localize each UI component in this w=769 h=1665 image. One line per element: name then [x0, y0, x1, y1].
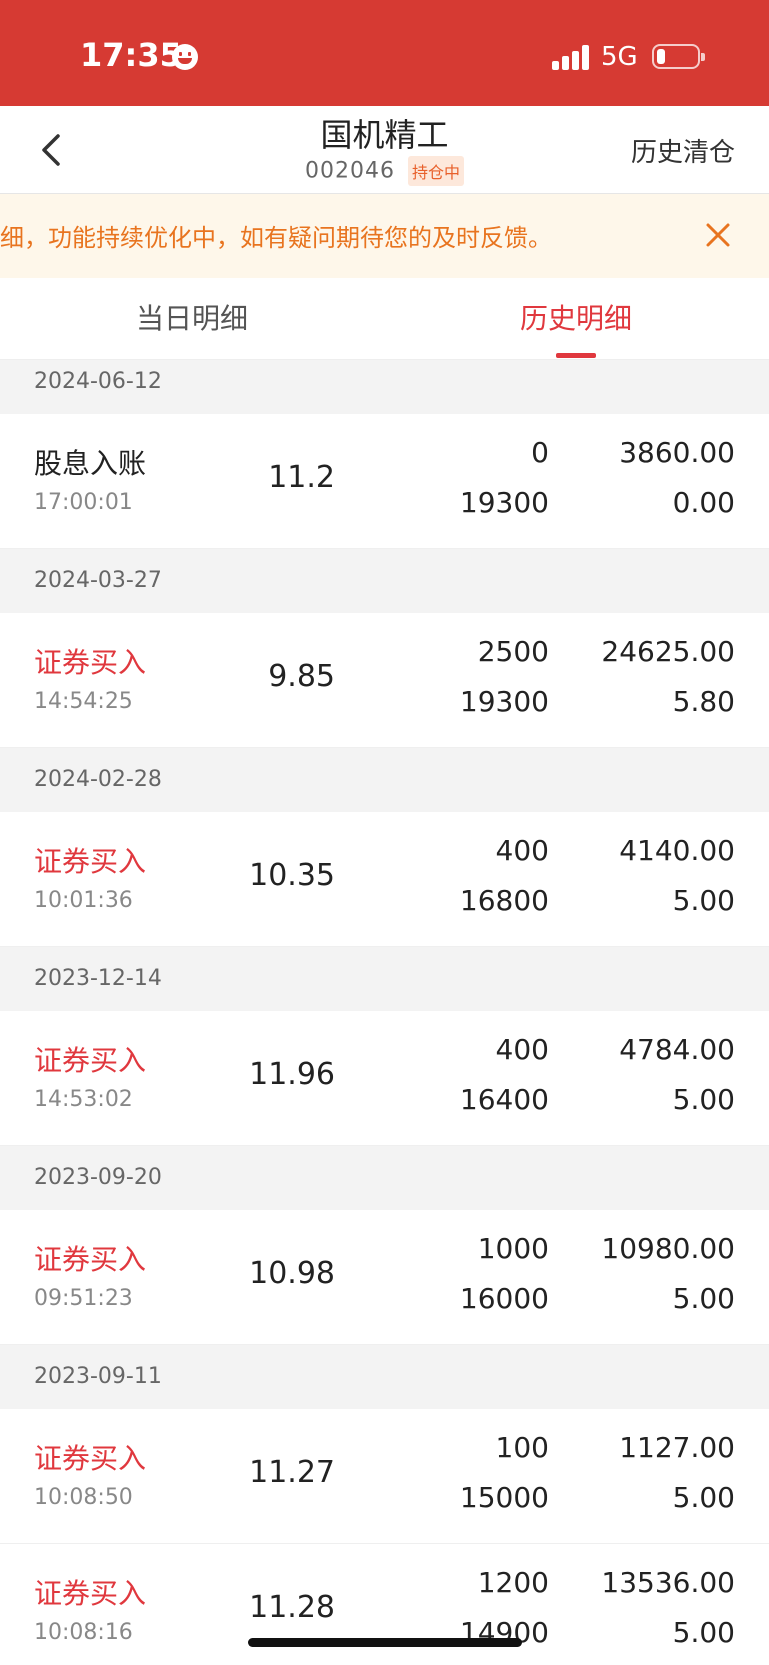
smiley-icon	[172, 44, 198, 70]
transaction-quantity: 1000	[477, 1232, 549, 1265]
nav-bar: 国机精工 002046 持仓中 历史清仓	[0, 106, 769, 194]
transaction-price: 11.2	[268, 460, 335, 495]
transaction-amount: 10980.00	[601, 1232, 735, 1265]
transaction-time: 10:08:50	[34, 1485, 133, 1510]
date-header: 2024-02-28	[0, 748, 769, 812]
position-balance: 16800	[459, 884, 549, 917]
active-tab-indicator	[556, 353, 596, 358]
transaction-time: 17:00:01	[34, 490, 133, 515]
transaction-row[interactable]: 证券买入 10:01:36 10.35 400 16800 4140.00 5.…	[0, 812, 769, 947]
position-balance: 19300	[459, 685, 549, 718]
transaction-quantity: 2500	[477, 635, 549, 668]
transaction-time: 14:54:25	[34, 689, 133, 714]
transaction-price: 10.35	[249, 858, 335, 893]
tab-bar: 当日明细 历史明细	[0, 278, 769, 360]
transaction-type: 证券买入	[34, 646, 147, 679]
transaction-type: 证券买入	[34, 1044, 147, 1077]
date-header: 2023-09-20	[0, 1146, 769, 1210]
transaction-amount: 4784.00	[619, 1033, 735, 1066]
history-clear-button[interactable]: 历史清仓	[631, 132, 735, 169]
signal-icon	[552, 44, 592, 70]
date-header: 2024-06-12	[0, 360, 769, 414]
position-balance: 16000	[459, 1282, 549, 1315]
notice-banner: 细，功能持续优化中，如有疑问期待您的及时反馈。	[0, 194, 769, 278]
network-label: 5G	[601, 42, 638, 72]
transaction-amount: 3860.00	[619, 436, 735, 469]
transaction-fee: 0.00	[672, 486, 735, 519]
tab-history-details[interactable]: 历史明细	[384, 278, 768, 360]
status-bar: 17:35 5G	[0, 0, 769, 106]
transaction-fee: 5.00	[672, 1481, 735, 1514]
transaction-time: 10:01:36	[34, 888, 133, 913]
transaction-time: 14:53:02	[34, 1087, 133, 1112]
tab-today-details[interactable]: 当日明细	[0, 278, 384, 360]
home-indicator[interactable]	[248, 1638, 522, 1647]
transaction-quantity: 400	[495, 1033, 549, 1066]
transaction-fee: 5.00	[672, 884, 735, 917]
transaction-time: 10:08:16	[34, 1620, 133, 1645]
status-time: 17:35	[80, 36, 182, 74]
transaction-quantity: 100	[495, 1431, 549, 1464]
transaction-fee: 5.80	[672, 685, 735, 718]
transaction-price: 11.27	[249, 1455, 335, 1490]
transaction-type: 证券买入	[34, 845, 147, 878]
transaction-type: 股息入账	[34, 447, 147, 480]
position-balance: 16400	[459, 1083, 549, 1116]
transaction-row[interactable]: 证券买入 14:54:25 9.85 2500 19300 24625.00 5…	[0, 613, 769, 748]
transaction-type: 证券买入	[34, 1577, 147, 1610]
transaction-row[interactable]: 证券买入 09:51:23 10.98 1000 16000 10980.00 …	[0, 1210, 769, 1345]
transaction-fee: 5.00	[672, 1616, 735, 1649]
transaction-amount: 4140.00	[619, 834, 735, 867]
date-header: 2023-09-11	[0, 1345, 769, 1409]
transaction-price: 11.28	[249, 1590, 335, 1625]
transaction-amount: 13536.00	[601, 1566, 735, 1599]
date-header: 2023-12-14	[0, 947, 769, 1011]
date-header: 2024-03-27	[0, 549, 769, 613]
holding-badge: 持仓中	[407, 156, 464, 186]
transaction-quantity: 1200	[477, 1566, 549, 1599]
transaction-amount: 24625.00	[601, 635, 735, 668]
close-icon[interactable]	[703, 220, 733, 250]
transaction-quantity: 400	[495, 834, 549, 867]
transaction-row[interactable]: 证券买入 14:53:02 11.96 400 16400 4784.00 5.…	[0, 1011, 769, 1146]
transaction-amount: 1127.00	[619, 1431, 735, 1464]
transaction-quantity: 0	[531, 436, 549, 469]
notice-text: 细，功能持续优化中，如有疑问期待您的及时反馈。	[0, 224, 552, 252]
position-balance: 19300	[459, 486, 549, 519]
transaction-row[interactable]: 股息入账 17:00:01 11.2 0 19300 3860.00 0.00	[0, 414, 769, 549]
position-balance: 15000	[459, 1481, 549, 1514]
transaction-price: 10.98	[249, 1256, 335, 1291]
transaction-time: 09:51:23	[34, 1286, 133, 1311]
transaction-fee: 5.00	[672, 1083, 735, 1116]
stock-code: 002046	[305, 158, 395, 184]
transaction-type: 证券买入	[34, 1442, 147, 1475]
transaction-list[interactable]: 2024-06-12 股息入账 17:00:01 11.2 0 19300 38…	[0, 360, 769, 1665]
transaction-price: 9.85	[268, 659, 335, 694]
transaction-type: 证券买入	[34, 1243, 147, 1276]
transaction-price: 11.96	[249, 1057, 335, 1092]
transaction-row[interactable]: 证券买入 10:08:50 11.27 100 15000 1127.00 5.…	[0, 1409, 769, 1544]
battery-icon	[652, 44, 705, 69]
transaction-fee: 5.00	[672, 1282, 735, 1315]
